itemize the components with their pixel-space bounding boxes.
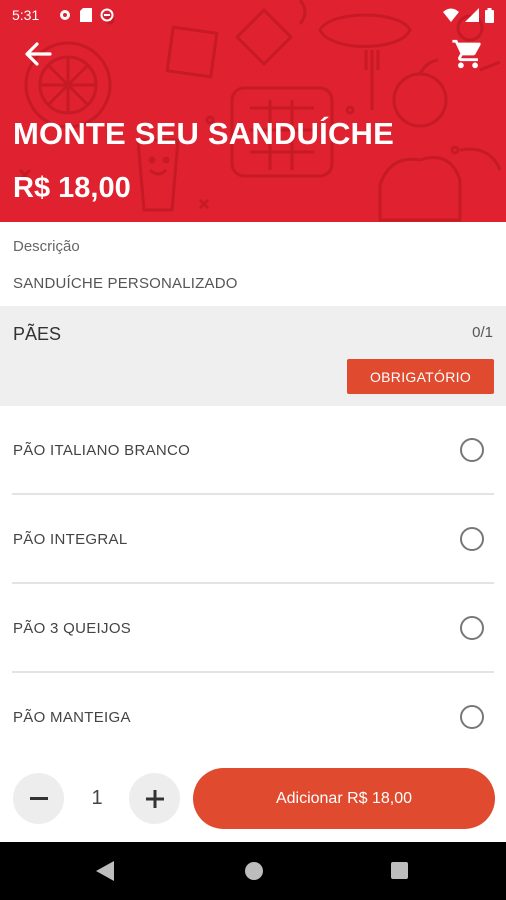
nav-home-icon[interactable] <box>245 862 263 880</box>
product-price: R$ 18,00 <box>13 172 131 204</box>
shopping-cart-icon <box>452 39 481 69</box>
nav-back-icon[interactable] <box>96 861 114 881</box>
radio-button[interactable] <box>460 616 484 640</box>
quantity-value: 1 <box>91 787 103 809</box>
cart-button[interactable] <box>448 34 488 74</box>
option-label: PÃO MANTEIGA <box>13 709 131 726</box>
required-badge: OBRIGATÓRIO <box>347 359 494 394</box>
option-group-header: PÃES 0/1 OBRIGATÓRIO <box>0 306 506 406</box>
description-value: SANDUÍCHE PERSONALIZADO <box>13 275 238 292</box>
description-label: Descrição <box>13 238 80 255</box>
back-button[interactable] <box>18 36 58 72</box>
signal-icon <box>465 8 479 22</box>
increase-quantity-button[interactable] <box>129 773 180 824</box>
product-title: MONTE SEU SANDUÍCHE <box>13 116 394 151</box>
radio-button[interactable] <box>460 438 484 462</box>
option-label: PÃO 3 QUEIJOS <box>13 620 132 637</box>
option-group-title: PÃES <box>13 324 62 344</box>
radio-button[interactable] <box>460 705 484 729</box>
option-row[interactable]: PÃO 3 QUEIJOS <box>0 584 506 673</box>
option-row[interactable]: PÃO MANTEIGA <box>0 673 506 762</box>
arrow-left-icon <box>25 42 52 66</box>
option-label: PÃO ITALIANO BRANCO <box>13 442 191 459</box>
radio-button[interactable] <box>460 527 484 551</box>
header-banner: 5:31 MONTE SEU SANDUÍCHE R$ 18,00 <box>0 0 506 222</box>
sync-icon <box>100 8 114 22</box>
status-time: 5:31 <box>12 7 40 23</box>
option-row[interactable]: PÃO INTEGRAL <box>0 495 506 584</box>
battery-icon <box>485 7 494 23</box>
system-navigation-bar <box>0 842 506 900</box>
nav-recents-icon[interactable] <box>391 862 408 879</box>
add-to-cart-button[interactable]: Adicionar R$ 18,00 <box>193 768 495 829</box>
status-bar: 5:31 <box>0 0 506 32</box>
option-group-count: 0/1 <box>472 324 493 341</box>
option-row[interactable]: PÃO ITALIANO BRANCO <box>0 406 506 495</box>
minus-icon <box>29 796 48 800</box>
plus-icon <box>145 789 164 808</box>
settings-icon <box>60 10 70 20</box>
sim-icon <box>80 8 92 22</box>
wifi-icon <box>443 8 459 22</box>
option-label: PÃO INTEGRAL <box>13 531 128 548</box>
decrease-quantity-button[interactable] <box>13 773 64 824</box>
